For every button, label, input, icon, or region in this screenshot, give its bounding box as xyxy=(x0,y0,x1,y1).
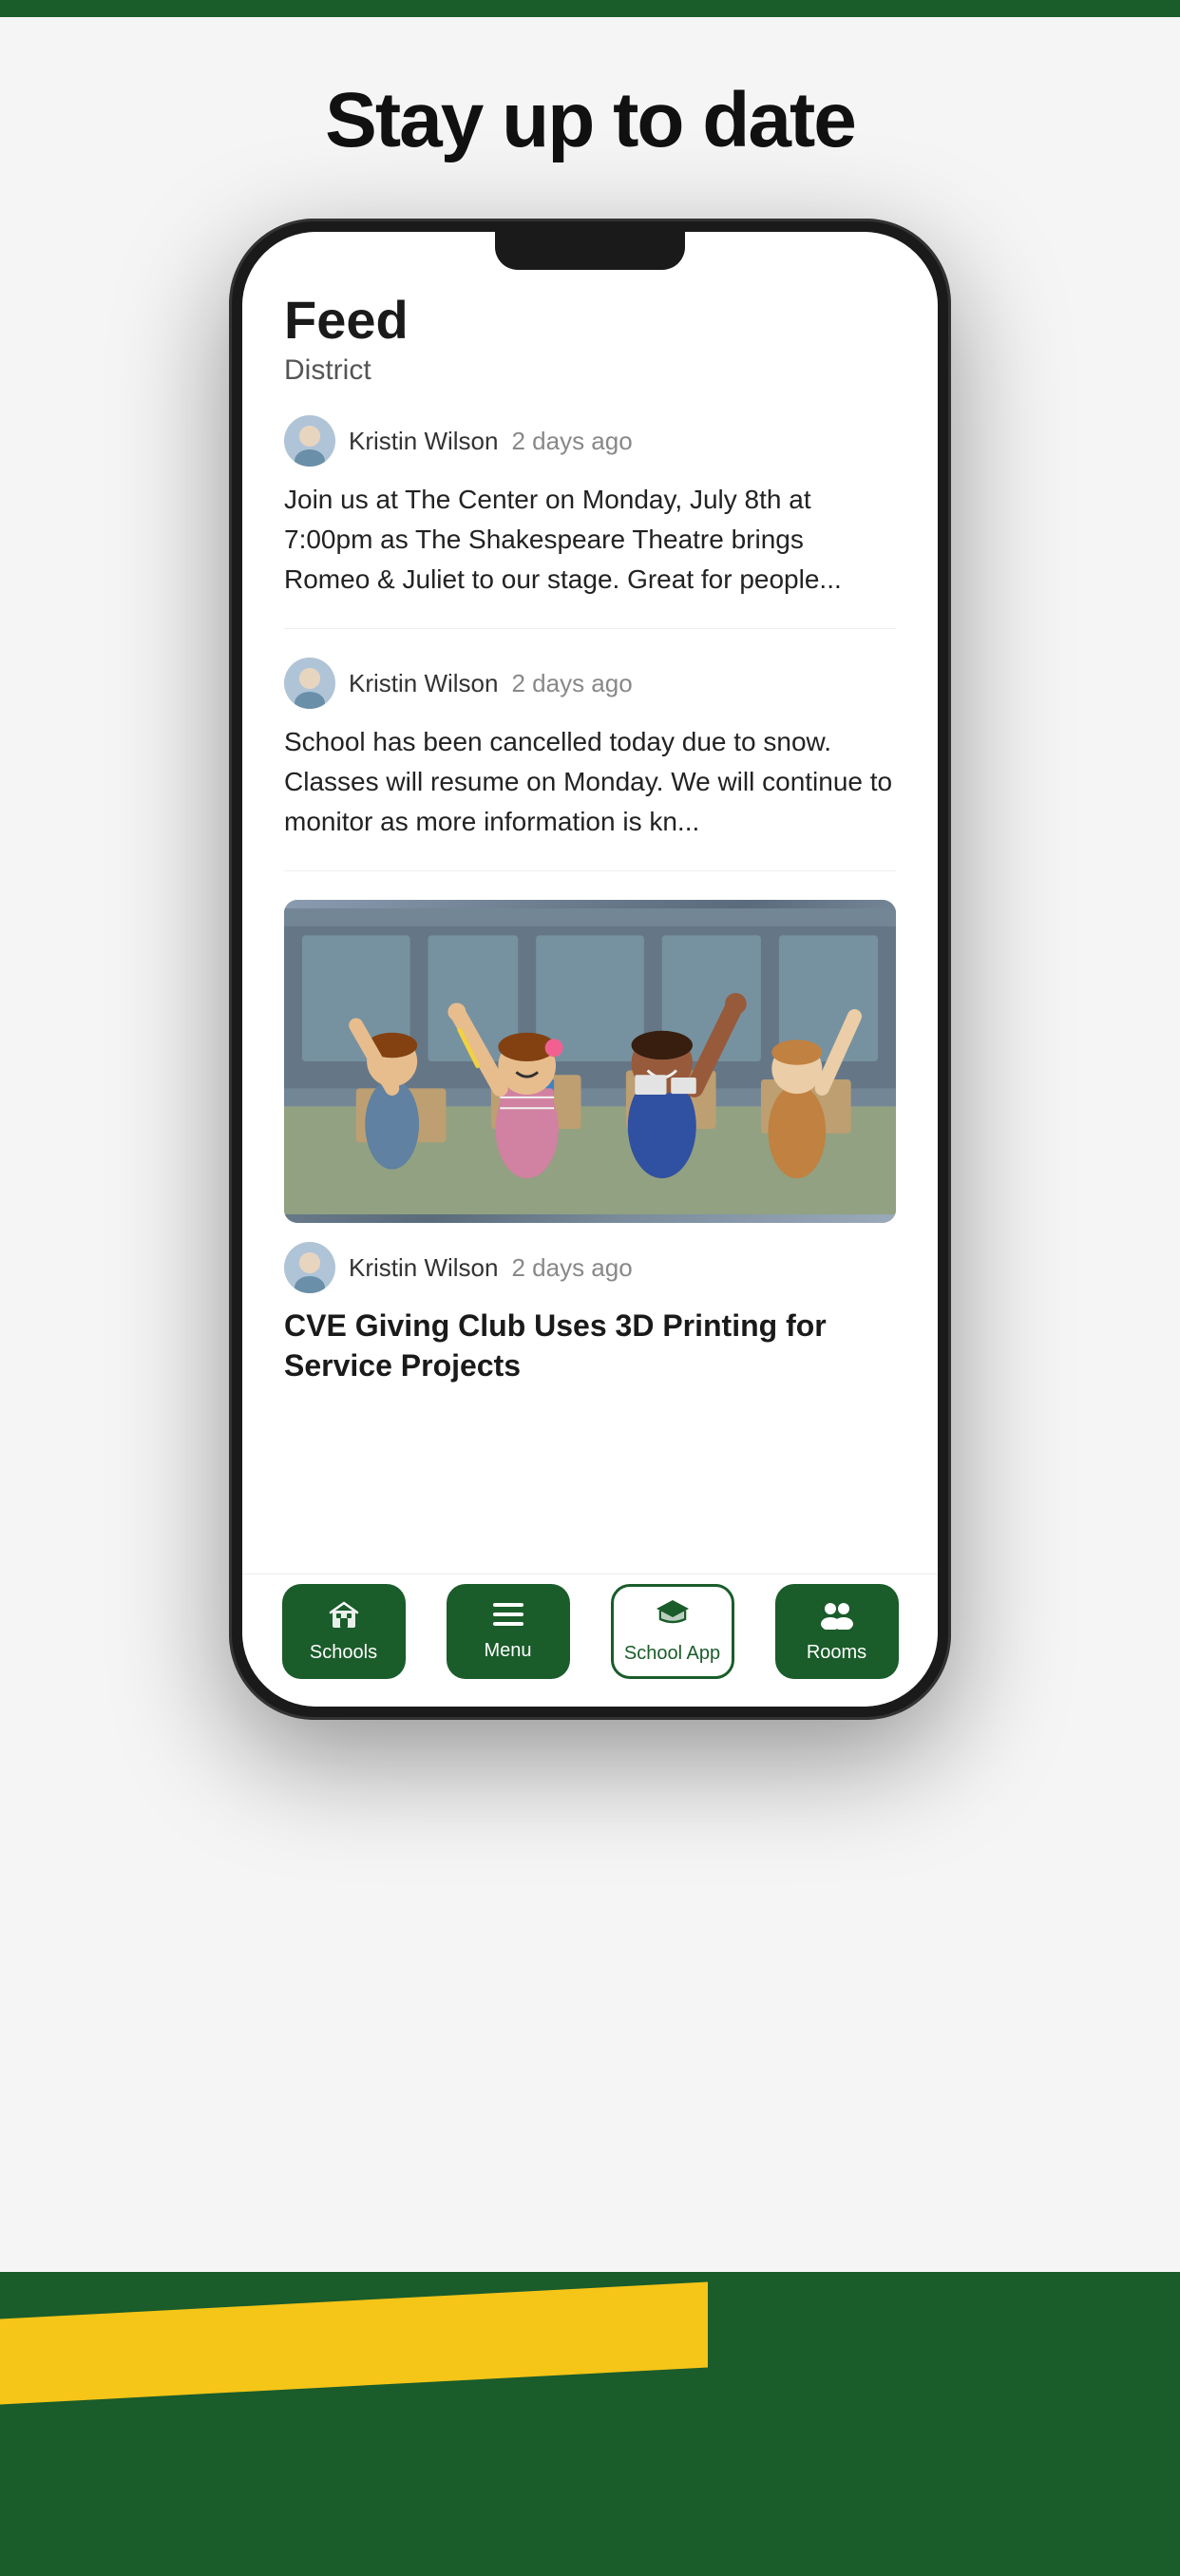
post-meta: Kristin Wilson 2 days ago xyxy=(284,1242,896,1293)
top-bar-decoration xyxy=(0,0,1180,17)
post-time: 2 days ago xyxy=(511,669,632,698)
nav-item-rooms[interactable]: Rooms xyxy=(775,1584,899,1679)
feed-subtitle: District xyxy=(284,354,896,387)
nav-item-schools[interactable]: Schools xyxy=(282,1584,406,1679)
schools-label: Schools xyxy=(310,1642,377,1664)
phone-frame: Feed District Kristin Wils xyxy=(229,219,951,1720)
post-author: Kristin Wilson xyxy=(349,669,498,698)
nav-item-school-app[interactable]: School App xyxy=(611,1584,734,1679)
post-title: CVE Giving Club Uses 3D Printing for Ser… xyxy=(284,1307,896,1385)
phone-screen: Feed District Kristin Wils xyxy=(242,232,938,1707)
post-text: Join us at The Center on Monday, July 8t… xyxy=(284,480,896,600)
school-app-icon xyxy=(655,1598,691,1635)
schools-icon xyxy=(329,1599,359,1634)
post-item[interactable]: Kristin Wilson 2 days ago CVE Giving Clu… xyxy=(284,900,896,1414)
post-meta: Kristin Wilson 2 days ago xyxy=(284,658,896,709)
screen-content: Feed District Kristin Wils xyxy=(242,232,938,1574)
phone-inner: Feed District Kristin Wils xyxy=(242,232,938,1707)
menu-label: Menu xyxy=(484,1640,531,1662)
post-author: Kristin Wilson xyxy=(349,1253,498,1283)
post-item[interactable]: Kristin Wilson 2 days ago School has bee… xyxy=(284,658,896,871)
phone-notch xyxy=(495,232,685,270)
post-author: Kristin Wilson xyxy=(349,427,498,456)
avatar xyxy=(284,415,335,467)
rooms-icon xyxy=(819,1599,855,1634)
post-time: 2 days ago xyxy=(511,427,632,456)
school-app-label: School App xyxy=(624,1643,720,1665)
feed-title: Feed xyxy=(284,289,896,351)
post-image xyxy=(284,900,896,1223)
bottom-nav: Schools Menu xyxy=(242,1574,938,1707)
rooms-label: Rooms xyxy=(807,1642,866,1664)
avatar xyxy=(284,1242,335,1293)
nav-item-menu[interactable]: Menu xyxy=(447,1584,570,1679)
post-text: School has been cancelled today due to s… xyxy=(284,722,896,842)
classroom-image xyxy=(284,900,896,1223)
post-meta: Kristin Wilson 2 days ago xyxy=(284,415,896,467)
avatar xyxy=(284,658,335,709)
menu-icon xyxy=(493,1601,523,1632)
post-item[interactable]: Kristin Wilson 2 days ago Join us at The… xyxy=(284,415,896,629)
page-title: Stay up to date xyxy=(0,76,1180,165)
post-time: 2 days ago xyxy=(511,1253,632,1283)
